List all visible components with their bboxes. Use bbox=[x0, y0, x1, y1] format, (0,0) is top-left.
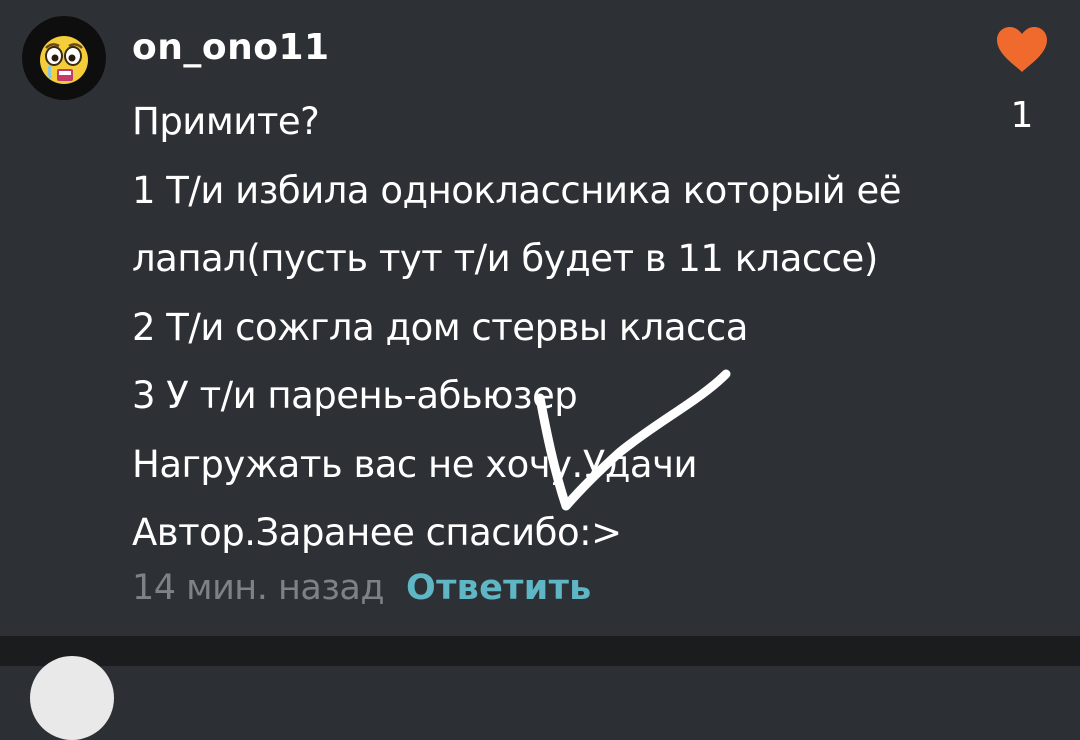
comment-username[interactable]: on_ono11 bbox=[132, 26, 330, 70]
comment-line: Автор.Заранее спасибо:> bbox=[132, 511, 622, 554]
comment-meta: 14 мин. назад Ответить bbox=[132, 566, 592, 610]
comment-line: Примите? bbox=[132, 100, 320, 143]
next-comment-avatar[interactable] bbox=[30, 656, 114, 740]
comment-line: 3 У т/и парень-абьюзер bbox=[132, 374, 578, 417]
heart-icon[interactable] bbox=[995, 26, 1049, 74]
comment-line: 1 Т/и избила одноклассника который её bbox=[132, 168, 901, 212]
comment-body: Примите? 1 Т/и избила одноклассника кото… bbox=[132, 88, 972, 568]
comment-card: on_ono11 Примите? 1 Т/и избила однокласс… bbox=[0, 0, 1080, 636]
like-count: 1 bbox=[1010, 95, 1034, 136]
comment-timestamp: 14 мин. назад bbox=[132, 568, 385, 608]
crying-emoji-avatar-icon bbox=[40, 36, 88, 84]
comment-line: Нагружать вас не хочу.Удачи bbox=[132, 442, 698, 486]
reply-button[interactable]: Ответить bbox=[406, 568, 592, 608]
like-control[interactable]: 1 bbox=[994, 26, 1050, 136]
comment-line: лапал(пусть тут т/и будет в 11 классе) bbox=[132, 237, 878, 280]
comment-line: 2 Т/и сожгла дом стервы класса bbox=[132, 305, 748, 349]
comment-divider bbox=[0, 636, 1080, 666]
user-avatar[interactable] bbox=[22, 16, 106, 100]
